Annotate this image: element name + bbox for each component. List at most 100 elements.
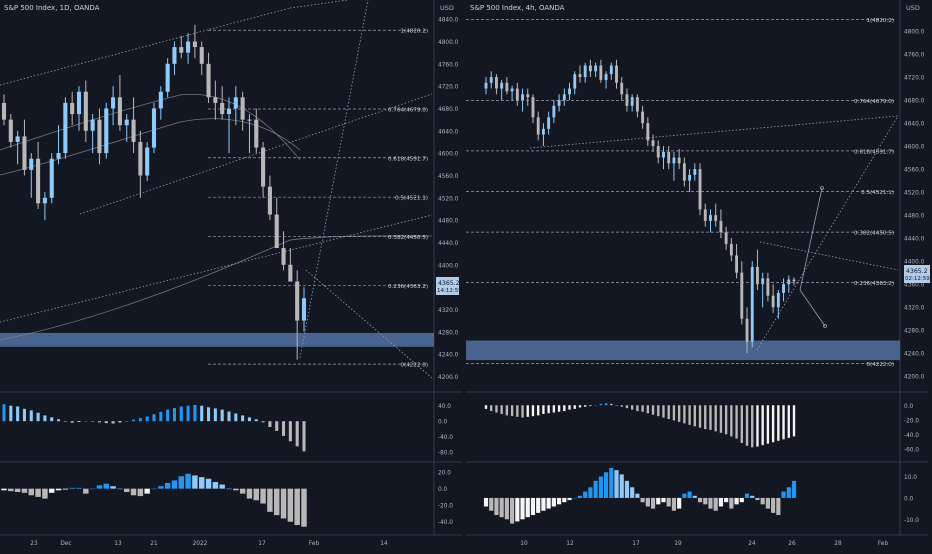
macd-bar — [179, 406, 183, 422]
price-tick: 4240.0 — [438, 353, 459, 359]
candle-body — [42, 197, 47, 204]
candle-body — [515, 88, 519, 101]
macd-tick: 40.0 — [438, 404, 451, 410]
macd-bar — [724, 405, 728, 435]
oscillator-bar — [69, 487, 75, 489]
candle-body — [693, 169, 697, 175]
oscillator-bar — [588, 487, 593, 498]
candle-body — [1, 102, 7, 120]
oscillator-bar — [124, 488, 130, 492]
price-tick: 4480.0 — [438, 219, 459, 225]
macd-bar — [132, 419, 136, 422]
fib-level-label: 0.618(4591.7) — [388, 156, 428, 162]
candle-body — [63, 102, 68, 154]
macd-bar — [302, 421, 306, 452]
macd-bar — [573, 405, 576, 409]
oscillator-bar — [750, 495, 755, 498]
price-tick: 4800.0 — [438, 40, 459, 46]
macd-bar — [227, 411, 231, 422]
candle-body — [192, 41, 197, 48]
oscillator-bar — [546, 497, 551, 509]
right-chart-title: S&P 500 Index, 4h, OANDA — [470, 4, 565, 12]
oscillator-bar — [656, 497, 661, 505]
candle-body — [220, 102, 225, 115]
macd-bar — [288, 421, 292, 442]
chart-screenshot: S&P 500 Index, 1D, OANDA USD 1(4820.2) 0.… — [0, 0, 932, 550]
macd-bar — [568, 405, 571, 410]
oscillator-bar — [682, 493, 687, 498]
left-current-price: 4365.2 — [438, 280, 460, 287]
macd-bar — [186, 405, 190, 422]
macd-bar — [295, 421, 299, 447]
macd-bar — [756, 405, 759, 447]
macd-bar — [16, 406, 20, 422]
candle-body — [635, 97, 639, 112]
oscillator-bar — [76, 487, 82, 489]
price-tick: 4360.0 — [904, 283, 925, 289]
oscillator-tick: 0.0 — [438, 487, 448, 493]
price-tick: 4320.0 — [904, 306, 925, 312]
oscillator-bar — [520, 497, 525, 520]
chart-canvas[interactable]: S&P 500 Index, 1D, OANDA USD 1(4820.2) 0.… — [0, 0, 932, 550]
macd-bar — [36, 412, 40, 422]
oscillator-bar — [786, 487, 791, 498]
price-tick: 4200.0 — [904, 375, 925, 381]
candle-body — [484, 82, 488, 89]
candle-body — [562, 94, 566, 101]
macd-bar — [22, 408, 26, 422]
price-tick: 4400.0 — [904, 260, 925, 266]
candle-body — [76, 91, 82, 115]
candle-body — [531, 97, 535, 118]
price-tick: 4560.0 — [904, 168, 925, 174]
macd-bar — [578, 405, 582, 408]
oscillator-bar — [640, 497, 645, 503]
oscillator-bar — [551, 497, 556, 507]
candle-body — [500, 82, 504, 89]
candle-body — [776, 292, 780, 308]
oscillator-bar — [708, 497, 713, 509]
candle-body — [145, 147, 150, 176]
oscillator-bar — [117, 488, 123, 490]
macd-bar — [641, 405, 644, 412]
oscillator-bar — [199, 477, 205, 489]
candle-body — [787, 279, 791, 285]
macd-bar — [111, 421, 115, 424]
candle-body — [186, 41, 191, 53]
macd-bar — [714, 405, 717, 432]
macd-bar — [531, 405, 535, 417]
candle-body — [698, 169, 702, 210]
macd-bar — [672, 405, 676, 421]
oscillator-bar — [89, 488, 96, 490]
candle-body — [510, 88, 514, 92]
oscillator-bar — [755, 497, 760, 501]
oscillator-bar — [536, 497, 541, 513]
price-tick: 4240.0 — [904, 352, 925, 358]
time-tick: 24 — [748, 541, 756, 547]
oscillator-bar — [287, 488, 294, 522]
candle-body — [151, 108, 157, 148]
macd-bar — [646, 405, 650, 414]
price-tick: 4800.0 — [904, 30, 925, 36]
macd-bar — [651, 405, 655, 415]
candle-body — [646, 123, 650, 141]
candle-body — [233, 97, 238, 109]
candle-body — [656, 146, 660, 158]
candle-body — [662, 151, 665, 158]
macd-bar — [200, 405, 204, 422]
oscillator-bar — [192, 475, 198, 489]
candle-body — [677, 157, 681, 164]
oscillator-bar — [28, 488, 34, 496]
price-tick: 4720.0 — [438, 85, 459, 91]
oscillator-tick: -40.0 — [438, 520, 453, 526]
left-countdown: 14:12:59 — [437, 288, 462, 294]
macd-bar — [125, 421, 129, 422]
price-tick: 4600.0 — [904, 145, 925, 151]
oscillator-bar — [253, 488, 259, 501]
price-tick: 4640.0 — [438, 129, 459, 135]
fib-level-label: 0.5(4521.1) — [395, 196, 428, 202]
candle-body — [625, 94, 629, 106]
time-tick: 26 — [788, 541, 796, 547]
candle-body — [541, 128, 545, 135]
macd-bar — [234, 413, 238, 422]
fib-level-label: 1(4820.2) — [401, 29, 429, 35]
